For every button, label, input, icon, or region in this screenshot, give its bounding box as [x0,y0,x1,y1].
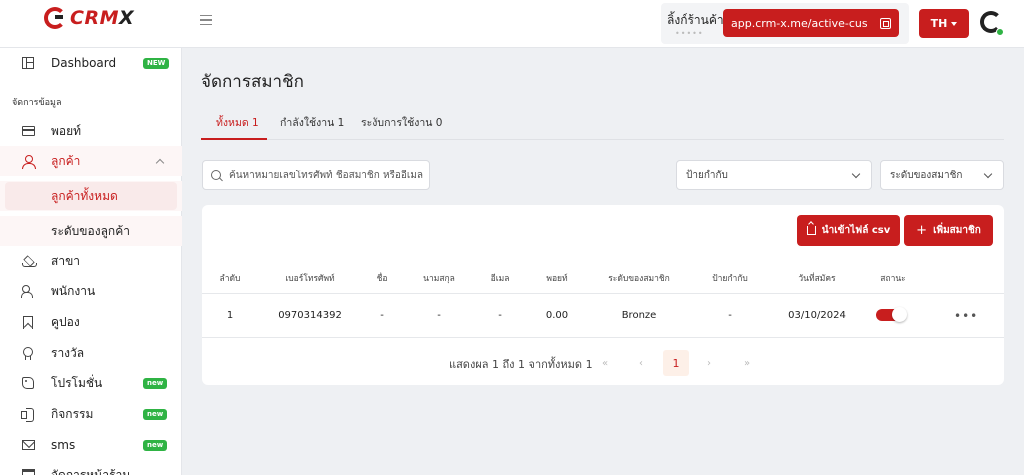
sidebar-item-activities[interactable]: กิจกรรม new [0,399,182,429]
column-header[interactable]: อีเมล [491,271,510,285]
cell-last-name: - [437,310,441,321]
language-label: TH [930,17,948,30]
column-header[interactable]: พอยท์ [546,271,567,285]
cell-phone: 0970314392 [278,310,342,321]
new-badge: new [143,408,168,420]
new-badge: new [143,439,168,451]
first-page-button[interactable]: « [592,350,618,376]
column-header[interactable]: สถานะ [880,271,905,285]
sidebar-item-all-customers[interactable]: ลูกค้าทั้งหมด [0,181,182,211]
add-member-button[interactable]: + เพิ่มสมาชิก [904,215,993,246]
search-input[interactable] [229,169,424,181]
sidebar-item-sms[interactable]: sms new [0,430,182,460]
sidebar-item-customers[interactable]: ลูกค้า [0,146,182,176]
tag-icon [21,376,35,390]
chevron-down-icon [983,169,993,179]
tab-suspended[interactable]: ระงับการใช้งาน 0 [361,114,442,131]
plus-icon: + [916,223,928,238]
sidebar-item-coupons[interactable]: คูปอง [0,307,182,337]
shop-icon [21,468,35,475]
tab-active[interactable]: กำลังใช้งาน 1 [280,114,344,131]
chevron-down-icon [851,169,861,179]
member-level-select[interactable]: ระดับของสมาชิก [880,160,1004,190]
sidebar-item-staff[interactable]: พนักงาน [0,276,182,306]
tag-select[interactable]: ป้ายกำกับ [676,160,872,190]
mail-icon [21,438,35,452]
cell-member-level: Bronze [621,310,657,321]
active-tab-indicator [201,138,267,140]
search-icon [211,170,221,180]
sidebar-item-dashboard[interactable]: Dashboard NEW [0,48,182,78]
menu-toggle-icon[interactable] [200,15,212,25]
cell-email: - [498,310,502,321]
cell-index: 1 [226,310,234,321]
column-header[interactable]: ป้ายกำกับ [712,271,748,285]
sidebar-item-branches[interactable]: สาขา [0,246,182,276]
column-header[interactable]: วันที่สมัคร [798,271,835,285]
cell-tags: - [728,310,732,321]
sidebar-item-points[interactable]: พอยท์ [0,116,182,146]
page-button-current[interactable]: 1 [663,350,689,376]
table-header: ลำดับ เบอร์โทรศัพท์ ชื่อ นามสกุล อีเมล พ… [202,258,1004,294]
column-header[interactable]: นามสกุล [423,271,455,285]
new-badge: NEW [143,57,170,69]
upload-icon [806,226,816,235]
shop-link-panel: ลิ้งก์ร้านค้า ••••• app.crm-x.me/active-… [661,3,909,44]
layers-icon [21,254,37,268]
award-icon [21,346,35,360]
language-dropdown[interactable]: TH [919,9,969,38]
pagination-summary: แสดงผล 1 ถึง 1 จากทั้งหมด 1 [449,358,593,371]
column-header[interactable]: ชื่อ [377,271,388,285]
chevron-up-icon [155,158,165,167]
more-options-icon[interactable]: ••• [954,309,978,323]
bookmark-icon [21,315,35,329]
crmx-logo[interactable]: CRMX [44,7,134,29]
dashboard-icon [21,56,35,70]
cell-register-date: 03/10/2024 [788,310,846,321]
logo-mark-icon [44,7,66,29]
users-icon [21,284,35,298]
column-header[interactable]: ลำดับ [220,271,241,285]
sidebar-item-rewards[interactable]: รางวัล [0,338,182,368]
next-page-button[interactable]: › [696,350,722,376]
sidebar: Dashboard NEW จัดการข้อมูล พอยท์ ลูกค้า … [0,48,182,475]
prev-page-button[interactable]: ‹ [628,350,654,376]
shop-link-url: app.crm-x.me/active-customer [731,16,867,30]
sidebar-item-promotions[interactable]: โปรโมชั่น new [0,368,182,398]
page-title: จัดการสมาชิก [201,72,304,92]
megaphone-icon [21,407,35,422]
card-icon [21,124,35,138]
sidebar-item-shop[interactable]: จัดการหน้าร้าน [0,460,182,475]
column-header[interactable]: ระดับของสมาชิก [608,271,670,285]
search-box [202,160,430,190]
shop-link-label: ลิ้งก์ร้านค้า [667,13,724,27]
last-page-button[interactable]: » [734,350,760,376]
column-header[interactable]: เบอร์โทรศัพท์ [285,271,334,285]
caret-down-icon [951,21,958,26]
member-status-tabs: ทั้งหมด 1 กำลังใช้งาน 1 ระงับการใช้งาน 0 [201,106,1004,140]
cell-first-name: - [380,310,384,321]
tag-select-label: ป้ายกำกับ [686,169,728,181]
user-icon [21,154,36,169]
members-card: นำเข้าไฟล์ csv + เพิ่มสมาชิก ลำดับ เบอร์… [202,205,1004,385]
sidebar-item-customer-levels[interactable]: ระดับของลูกค้า [0,216,182,246]
online-status-dot [996,28,1004,36]
top-bar: CRMX ลิ้งก์ร้านค้า ••••• app.crm-x.me/ac… [0,0,1024,48]
new-badge: new [143,377,168,389]
copy-icon [880,17,891,29]
status-toggle[interactable] [876,307,907,322]
import-csv-button[interactable]: นำเข้าไฟล์ csv [797,215,900,246]
cell-points: 0.00 [545,310,569,321]
copy-shop-link-button[interactable]: app.crm-x.me/active-customer [723,9,899,37]
sidebar-section-title: จัดการข้อมูล [12,98,62,108]
tab-all[interactable]: ทั้งหมด 1 [216,114,259,131]
shop-link-sublabel: ••••• [675,29,704,38]
member-level-select-label: ระดับของสมาชิก [890,169,963,181]
